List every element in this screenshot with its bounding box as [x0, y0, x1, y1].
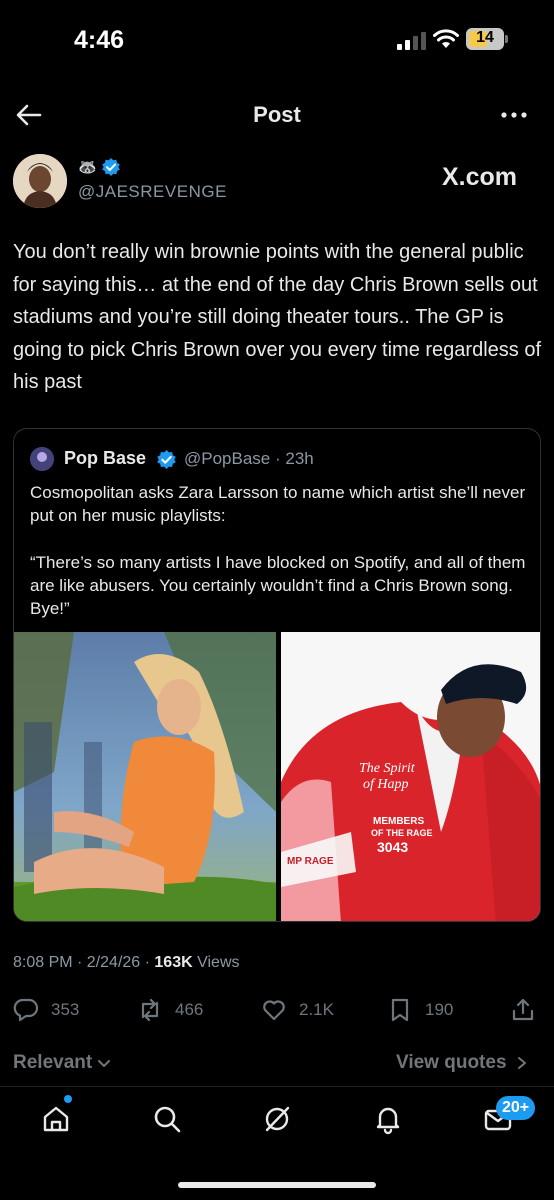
views-count: 163K: [154, 954, 193, 971]
chevron-down-icon: [98, 1060, 111, 1067]
page-title: Post: [253, 102, 301, 127]
post-text: You don’t really win brownie points with…: [13, 241, 542, 393]
svg-text:The Spirit: The Spirit: [359, 761, 416, 776]
home-icon[interactable]: [40, 1103, 72, 1135]
reply-count: 353: [51, 1000, 80, 1019]
home-notification-dot: [64, 1095, 72, 1103]
reply-button[interactable]: 353: [13, 994, 79, 1026]
home-indicator: [178, 1182, 376, 1188]
post-timestamp: 8:08 PM · 2/24/26 ·: [13, 954, 155, 971]
view-quotes-label: View quotes: [396, 1052, 507, 1073]
quote-avatar: [30, 447, 54, 471]
view-quotes-link[interactable]: View quotes: [396, 1052, 529, 1074]
heart-icon: [263, 1000, 285, 1021]
author-handle[interactable]: @JAESREVENGE: [78, 182, 227, 202]
quote-paragraph-2: “There’s so many artists I have blocked …: [30, 552, 526, 619]
sort-replies-dropdown[interactable]: Relevant: [13, 1052, 112, 1074]
views-label: Views: [192, 954, 240, 971]
author-avatar[interactable]: [13, 154, 67, 208]
bookmark-count: 190: [425, 1000, 454, 1019]
action-bar: 353 466 2.1K 190: [0, 994, 554, 1026]
verified-badge-icon: [101, 158, 120, 176]
search-icon[interactable]: [151, 1103, 183, 1135]
battery-icon: 14: [466, 28, 508, 50]
x-com-watermark: X.com: [442, 163, 518, 191]
share-icon: [512, 998, 534, 1021]
quote-paragraph-1: Cosmopolitan asks Zara Larsson to name w…: [30, 483, 526, 526]
svg-text:of Happ: of Happ: [363, 777, 409, 792]
author-name-row: 🦝: [78, 156, 121, 178]
quote-image-right[interactable]: The Spirit of Happ MEMBERS OF THE RAGE 3…: [281, 632, 540, 921]
like-count: 2.1K: [299, 1000, 334, 1019]
bookmark-button[interactable]: 190: [387, 994, 453, 1026]
reply-icon: [13, 998, 39, 1022]
bookmark-icon: [391, 998, 409, 1022]
repost-icon: [141, 998, 159, 1022]
share-button[interactable]: [510, 994, 536, 1026]
repost-count: 466: [175, 1000, 204, 1019]
svg-text:OF THE RAGE: OF THE RAGE: [371, 828, 433, 838]
sort-label: Relevant: [13, 1052, 93, 1073]
grok-icon[interactable]: [261, 1103, 293, 1135]
signal-icon: [397, 32, 426, 50]
battery-level: 14: [476, 29, 494, 46]
like-button[interactable]: 2.1K: [261, 994, 334, 1026]
chevron-right-icon: [517, 1057, 526, 1069]
quote-image-left[interactable]: [14, 632, 276, 921]
svg-text:3043: 3043: [377, 839, 408, 855]
wifi-icon: [433, 29, 459, 48]
quote-author-name: Pop Base: [64, 448, 147, 468]
author-emoji: 🦝: [78, 159, 97, 176]
quoted-post-card[interactable]: Pop Base @PopBase · 23h Cosmopolitan ask…: [13, 428, 541, 922]
more-options-icon[interactable]: [498, 102, 530, 128]
svg-text:MP RAGE: MP RAGE: [287, 856, 334, 867]
quote-text: Cosmopolitan asks Zara Larsson to name w…: [30, 481, 530, 620]
svg-text:MEMBERS: MEMBERS: [373, 816, 424, 827]
post-meta: 8:08 PM · 2/24/26 · 163K Views: [13, 954, 240, 972]
status-time: 4:46: [74, 26, 125, 54]
quote-handle-time: @PopBase · 23h: [184, 449, 314, 468]
notifications-bell-icon[interactable]: [372, 1103, 404, 1135]
repost-button[interactable]: 466: [137, 994, 203, 1026]
status-bar: 4:46 14: [0, 0, 554, 80]
quote-verified-badge-icon: [157, 450, 176, 469]
messages-badge: 20+: [496, 1096, 536, 1120]
post-header: Post: [0, 92, 554, 138]
